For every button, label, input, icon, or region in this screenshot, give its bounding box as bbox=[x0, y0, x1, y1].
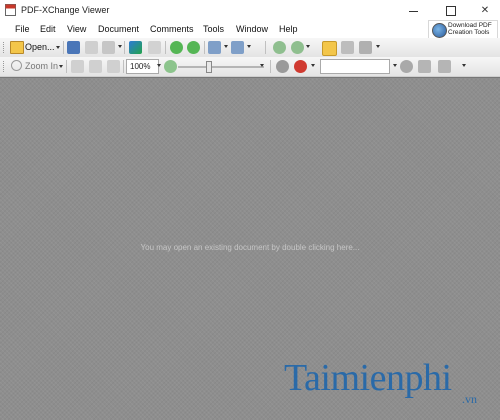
maximize-icon bbox=[446, 5, 456, 16]
folder-icon bbox=[10, 41, 24, 54]
chevron-down-icon[interactable] bbox=[306, 45, 310, 48]
redo-icon[interactable] bbox=[231, 41, 244, 54]
save-icon[interactable] bbox=[67, 41, 80, 54]
toolbar-separator bbox=[165, 41, 166, 54]
open-button[interactable]: Open... bbox=[10, 40, 60, 55]
main-toolbar: Open... bbox=[0, 38, 500, 58]
chevron-down-icon[interactable] bbox=[260, 64, 264, 67]
search-input[interactable] bbox=[320, 59, 390, 74]
menu-comments[interactable]: Comments bbox=[150, 24, 194, 34]
rotate-left-icon[interactable] bbox=[273, 41, 286, 54]
watermark-suffix: .vn bbox=[462, 392, 477, 406]
open-document-hint: You may open an existing document by dou… bbox=[140, 243, 360, 252]
toolbar-separator bbox=[270, 60, 271, 73]
zoom-slider-track[interactable] bbox=[178, 66, 264, 68]
print-icon[interactable] bbox=[85, 41, 98, 54]
toolbar-grip[interactable] bbox=[3, 61, 7, 72]
title-bar: PDF-XChange Viewer ✕ bbox=[0, 0, 500, 22]
find-icon[interactable] bbox=[276, 60, 289, 73]
toolbar-separator bbox=[63, 41, 64, 54]
menu-bar: File Edit View Document Comments Tools W… bbox=[0, 21, 500, 38]
toolbar-separator bbox=[124, 41, 125, 54]
zoom-level-input[interactable]: 100% bbox=[126, 59, 159, 74]
chevron-down-icon[interactable] bbox=[247, 45, 251, 48]
fit-page-icon[interactable] bbox=[89, 60, 102, 73]
app-window: PDF-XChange Viewer ✕ File Edit View Docu… bbox=[0, 0, 500, 420]
maximize-button[interactable] bbox=[436, 0, 466, 21]
search-icon[interactable] bbox=[294, 60, 307, 73]
zoom-out-icon[interactable] bbox=[164, 60, 177, 73]
download-tools-icon bbox=[432, 23, 447, 38]
chevron-down-icon bbox=[59, 65, 63, 68]
pdf-icon[interactable] bbox=[148, 41, 161, 54]
forward-icon[interactable] bbox=[187, 41, 200, 54]
chevron-down-icon[interactable] bbox=[157, 64, 161, 67]
chevron-down-icon[interactable] bbox=[462, 64, 466, 67]
rotate-right-icon[interactable] bbox=[291, 41, 304, 54]
menu-document[interactable]: Document bbox=[98, 24, 139, 34]
zoom-in-icon bbox=[11, 60, 22, 71]
zoom-in-label: Zoom In bbox=[25, 61, 59, 71]
close-icon: ✕ bbox=[480, 5, 490, 16]
undo-icon[interactable] bbox=[208, 41, 221, 54]
chevron-down-icon[interactable] bbox=[393, 64, 397, 67]
document-workspace[interactable]: You may open an existing document by dou… bbox=[0, 77, 500, 420]
toolbar-separator bbox=[123, 60, 124, 73]
download-tools-label: Download PDF Creation Tools bbox=[448, 22, 492, 36]
hand-tool-icon[interactable] bbox=[322, 41, 337, 56]
menu-file[interactable]: File bbox=[15, 24, 30, 34]
download-tools-button[interactable]: Download PDF Creation Tools bbox=[428, 20, 498, 39]
chevron-down-icon[interactable] bbox=[311, 64, 315, 67]
highlight-icon[interactable] bbox=[400, 60, 413, 73]
menu-edit[interactable]: Edit bbox=[40, 24, 56, 34]
select-icon[interactable] bbox=[341, 41, 354, 54]
scan-icon[interactable] bbox=[102, 41, 115, 54]
pdf-app-icon bbox=[5, 4, 16, 16]
close-button[interactable]: ✕ bbox=[470, 0, 500, 21]
chevron-down-icon[interactable] bbox=[224, 45, 228, 48]
zoom-slider-thumb[interactable] bbox=[206, 61, 212, 73]
toolbar-separator bbox=[204, 41, 205, 54]
chevron-down-icon[interactable] bbox=[118, 45, 122, 48]
snapshot-icon[interactable] bbox=[359, 41, 372, 54]
minimize-button[interactable] bbox=[398, 0, 428, 21]
toolbar-separator bbox=[66, 60, 67, 73]
menu-view[interactable]: View bbox=[67, 24, 86, 34]
menu-help[interactable]: Help bbox=[279, 24, 298, 34]
settings-icon[interactable] bbox=[418, 60, 431, 73]
watermark-logo: Taimienphi .vn bbox=[284, 356, 494, 416]
watermark-text: Taimienphi bbox=[284, 357, 452, 399]
menu-window[interactable]: Window bbox=[236, 24, 268, 34]
actual-size-icon[interactable] bbox=[71, 60, 84, 73]
toolbar-grip[interactable] bbox=[3, 42, 7, 53]
minimize-icon bbox=[408, 11, 418, 12]
fit-width-icon[interactable] bbox=[107, 60, 120, 73]
chevron-down-icon bbox=[56, 46, 60, 49]
toolbar-separator bbox=[265, 41, 266, 54]
tools-icon[interactable] bbox=[438, 60, 451, 73]
open-label: Open... bbox=[25, 42, 55, 52]
window-title: PDF-XChange Viewer bbox=[21, 5, 110, 15]
view-toolbar: Zoom In 100% bbox=[0, 57, 500, 77]
zoom-in-button[interactable]: Zoom In bbox=[10, 59, 63, 74]
chevron-down-icon[interactable] bbox=[376, 45, 380, 48]
menu-tools[interactable]: Tools bbox=[203, 24, 224, 34]
back-icon[interactable] bbox=[170, 41, 183, 54]
email-icon[interactable] bbox=[129, 41, 142, 54]
